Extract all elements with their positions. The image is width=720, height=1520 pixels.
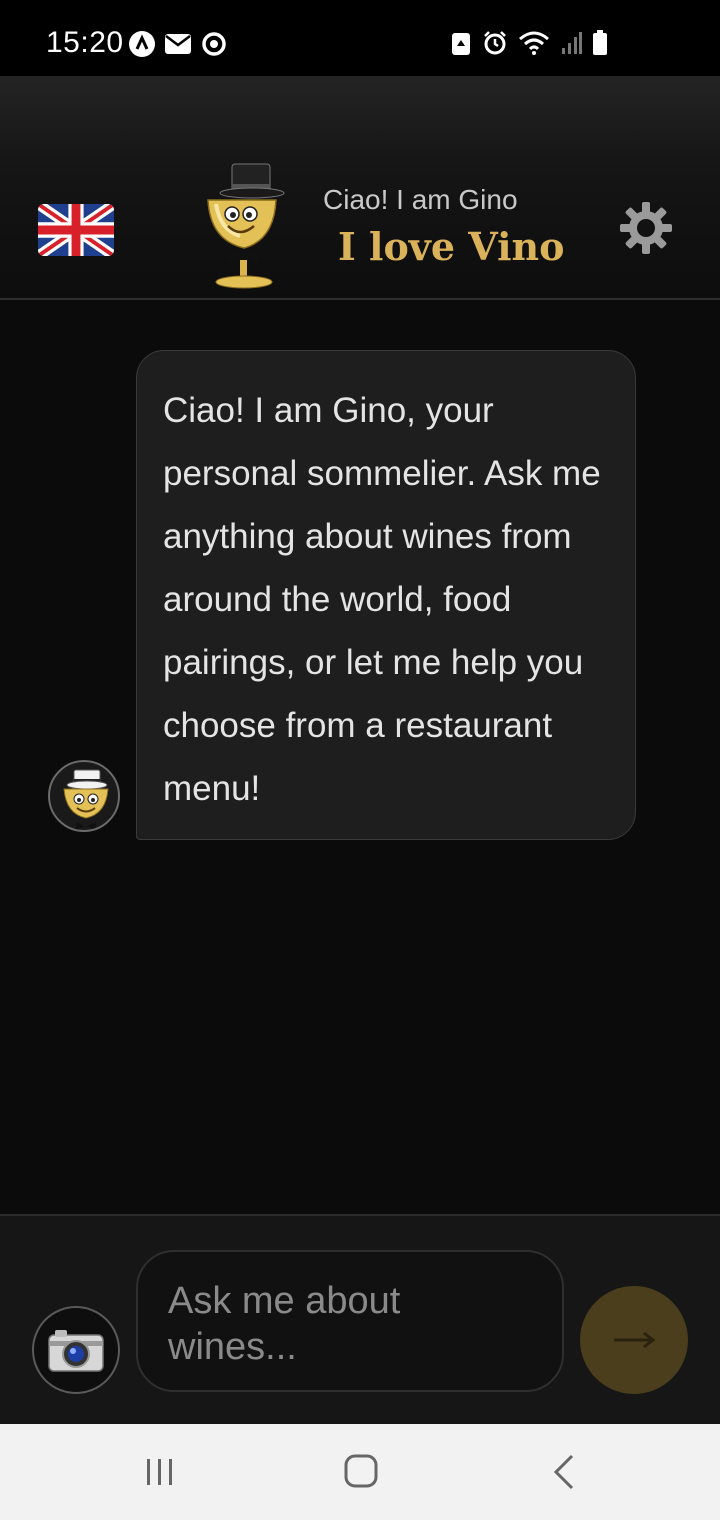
assistant-message-bubble: Ciao! I am Gino, your personal sommelier… xyxy=(136,350,636,840)
app-icon xyxy=(129,31,155,57)
sync-icon xyxy=(202,32,226,56)
avatar xyxy=(48,760,120,832)
camera-icon xyxy=(48,1330,104,1372)
mail-icon xyxy=(165,34,191,54)
app-header: Ciao! I am Gino I love Vino xyxy=(0,76,720,300)
signal-icon xyxy=(562,32,582,54)
send-button[interactable] xyxy=(580,1286,688,1394)
recycle-icon xyxy=(452,33,470,55)
gino-mascot-icon xyxy=(207,163,285,289)
message-input[interactable] xyxy=(136,1250,564,1392)
status-left-icons xyxy=(128,30,228,58)
battery-icon xyxy=(593,30,607,55)
uk-flag-icon[interactable] xyxy=(38,204,114,256)
status-time: 15:20 xyxy=(46,26,124,59)
brand-title: I love Vino xyxy=(338,224,565,269)
home-icon[interactable] xyxy=(344,1454,378,1488)
greeting-text: Ciao! I am Gino xyxy=(323,184,518,215)
status-right-icons xyxy=(450,30,608,56)
alarm-icon xyxy=(484,31,506,55)
wifi-icon xyxy=(519,31,549,55)
recent-apps-icon[interactable] xyxy=(144,1456,176,1488)
system-nav-bar xyxy=(0,1424,720,1520)
back-icon[interactable] xyxy=(552,1454,576,1490)
status-bar: 15:20 xyxy=(0,0,720,76)
chat-area[interactable]: Ciao! I am Gino, your personal sommelier… xyxy=(0,302,720,1214)
gino-avatar-icon xyxy=(63,769,109,830)
arrow-right-icon xyxy=(614,1331,656,1349)
gear-icon[interactable] xyxy=(618,200,674,256)
camera-button[interactable] xyxy=(32,1306,120,1394)
composer xyxy=(0,1214,720,1424)
